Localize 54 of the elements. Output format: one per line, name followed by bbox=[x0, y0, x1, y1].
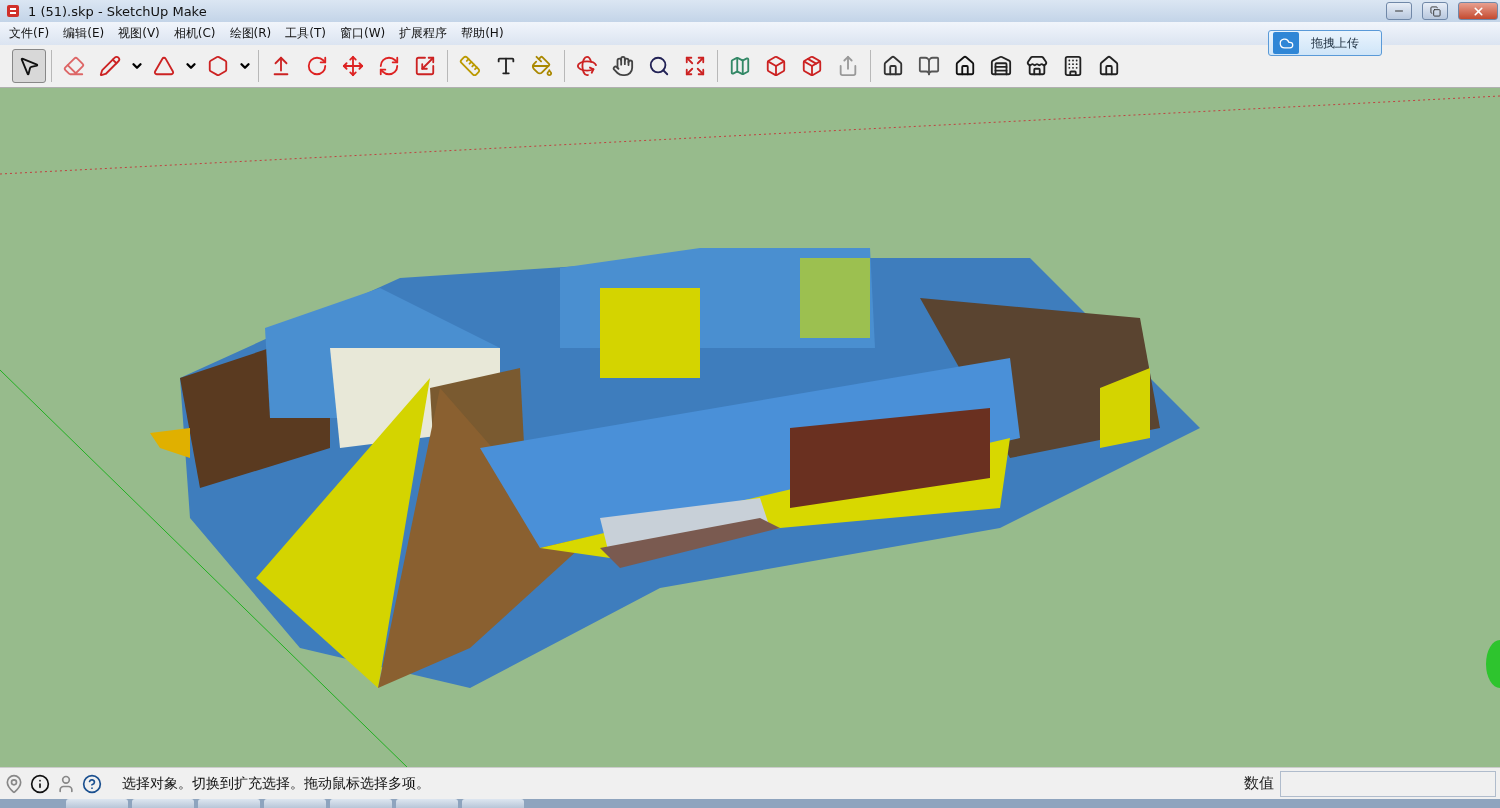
measurements-label: 数值 bbox=[1244, 774, 1274, 793]
building-icon bbox=[1062, 55, 1084, 77]
package-icon bbox=[801, 55, 823, 77]
book-icon bbox=[918, 55, 940, 77]
window-title: 1 (51).skp - SketchUp Make bbox=[28, 3, 208, 19]
menu-item[interactable]: 工具(T) bbox=[278, 25, 333, 42]
restore-button[interactable] bbox=[1422, 2, 1448, 20]
menu-item[interactable]: 视图(V) bbox=[111, 25, 167, 42]
upload-button[interactable]: 拖拽上传 bbox=[1268, 30, 1382, 56]
house-icon bbox=[954, 55, 976, 77]
menu-item[interactable]: 相机(C) bbox=[166, 25, 223, 42]
paint-bucket-icon bbox=[531, 55, 553, 77]
circular-arrows-icon bbox=[378, 55, 400, 77]
status-message: 选择对象。切换到扩充选择。拖动鼠标选择多项。 bbox=[122, 774, 431, 793]
pencil-icon bbox=[99, 55, 121, 77]
info-icon[interactable] bbox=[30, 773, 50, 794]
rotate-arrow-icon bbox=[306, 55, 328, 77]
menu-item[interactable]: 扩展程序 bbox=[392, 25, 455, 42]
warehouse-icon bbox=[990, 55, 1012, 77]
cloud-icon bbox=[1273, 32, 1299, 54]
text-label-icon bbox=[495, 55, 517, 77]
model-viewport[interactable] bbox=[0, 88, 1500, 767]
map-icon bbox=[729, 55, 751, 77]
tape-measure-icon bbox=[459, 55, 481, 77]
help-icon[interactable] bbox=[82, 773, 102, 794]
location-pin-icon[interactable] bbox=[4, 773, 24, 794]
zoom-extents-icon bbox=[684, 55, 706, 77]
restore-icon bbox=[1429, 5, 1441, 17]
menu-item[interactable]: 编辑(E) bbox=[56, 25, 112, 42]
app-logo-icon bbox=[6, 4, 20, 18]
close-icon bbox=[1471, 4, 1485, 18]
polygon-icon bbox=[207, 55, 229, 77]
menu-item[interactable]: 帮助(H) bbox=[454, 25, 511, 42]
box-icon bbox=[765, 55, 787, 77]
search-icon bbox=[648, 55, 670, 77]
menu-item[interactable]: 窗口(W) bbox=[332, 25, 393, 42]
orbit-icon bbox=[576, 55, 598, 77]
hand-icon bbox=[612, 55, 634, 77]
minimize-button[interactable] bbox=[1386, 2, 1412, 20]
menu-item[interactable]: 绘图(R) bbox=[222, 25, 279, 42]
eraser-icon bbox=[63, 55, 85, 77]
store-icon bbox=[1026, 55, 1048, 77]
close-button[interactable] bbox=[1458, 2, 1498, 20]
tool-button[interactable] bbox=[12, 49, 46, 83]
menu-item[interactable]: 文件(F) bbox=[2, 25, 57, 42]
arrow-pointer-icon bbox=[18, 55, 40, 77]
measurements-field[interactable] bbox=[1280, 770, 1496, 797]
scale-icon bbox=[414, 55, 436, 77]
arc-icon bbox=[153, 55, 175, 77]
user-icon[interactable] bbox=[56, 773, 76, 794]
share-icon bbox=[837, 55, 859, 77]
house-icon bbox=[882, 55, 904, 77]
house-icon bbox=[1098, 55, 1120, 77]
move-arrows-icon bbox=[342, 55, 364, 77]
